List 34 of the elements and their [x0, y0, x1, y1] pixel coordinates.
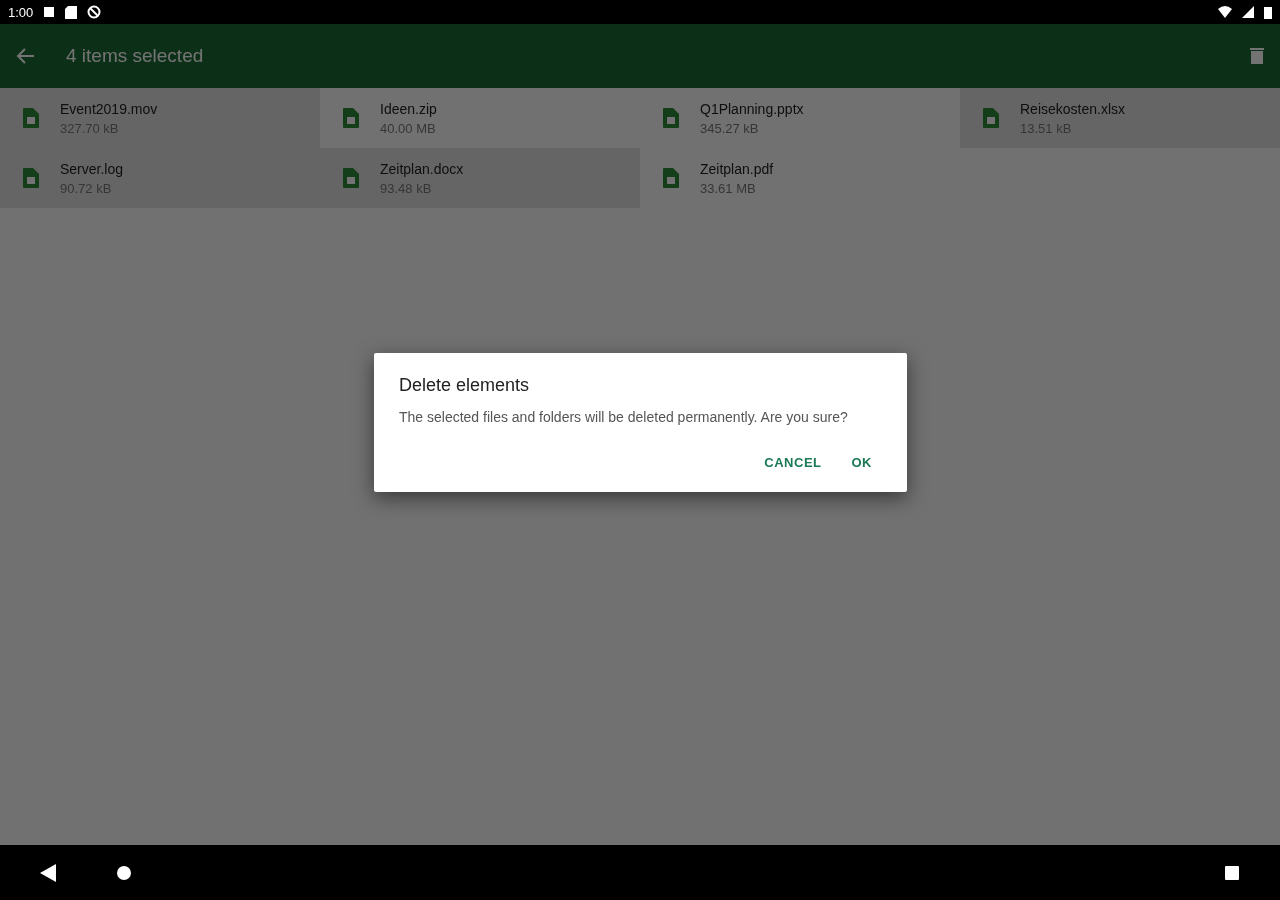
file-icon [342, 167, 360, 189]
file-name: Zeitplan.pdf [700, 160, 774, 177]
recents-icon[interactable] [1224, 864, 1240, 881]
file-icon [662, 167, 680, 189]
back-icon[interactable] [40, 863, 56, 882]
file-name: Q1Planning.pptx [700, 100, 804, 117]
dialog-button[interactable]: CANCEL [754, 445, 832, 480]
file-icon [982, 107, 1000, 129]
file-name: Event2019.mov [60, 100, 158, 117]
home-icon[interactable] [116, 864, 132, 881]
toolbar-title: 4 items selected [66, 45, 205, 67]
signal-icon [1242, 6, 1254, 18]
file-icon [662, 107, 680, 129]
battery-icon [1264, 5, 1272, 19]
status-time: 1:00 [8, 4, 34, 20]
blocked-icon [87, 5, 102, 19]
file-name: Reisekosten.xlsx [1020, 100, 1126, 117]
notification-icon [43, 6, 56, 18]
file-name: Server.log [60, 160, 124, 177]
file-size: 40.00 MB [380, 120, 437, 136]
file-icon [22, 167, 40, 189]
back-arrow-icon[interactable] [16, 46, 36, 66]
file-size: 345.27 kB [700, 120, 760, 136]
file-size: 33.61 MB [700, 180, 757, 196]
wifi-icon [1218, 6, 1232, 18]
file-icon [22, 107, 40, 129]
file-name: Zeitplan.docx [380, 160, 464, 177]
dialog-button[interactable]: OK [841, 445, 882, 480]
file-icon [342, 107, 360, 129]
dialog-message: The selected files and folders will be deleted permanently. Are you sure? [399, 408, 849, 427]
sd-card-icon [65, 5, 78, 19]
dialog-title: Delete elements [399, 375, 531, 396]
file-name: Ideen.zip [380, 100, 437, 117]
trash-icon[interactable] [1250, 47, 1264, 65]
